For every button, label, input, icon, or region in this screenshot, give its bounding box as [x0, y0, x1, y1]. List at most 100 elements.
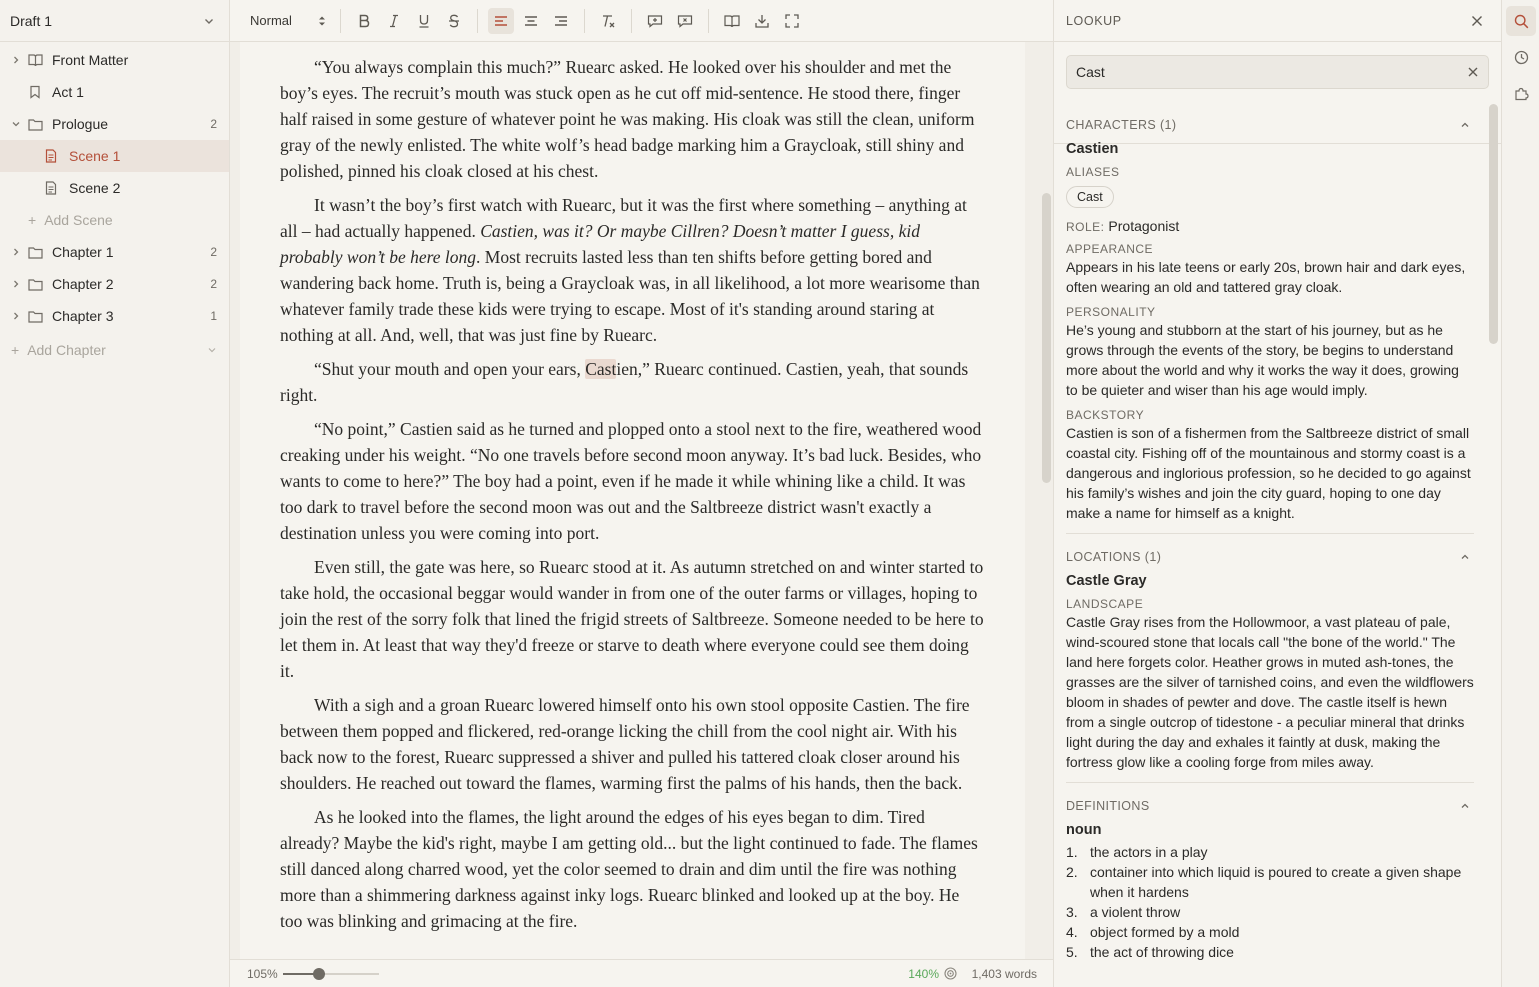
paragraph[interactable]: It wasn’t the boy’s first watch with Rue… [280, 192, 985, 348]
search-icon [1514, 14, 1529, 29]
clear-search-icon[interactable] [1468, 67, 1478, 77]
lookup-search-box[interactable] [1066, 55, 1489, 89]
comment-remove-icon [677, 14, 693, 28]
clear-formatting-icon [601, 14, 616, 28]
add-scene-button[interactable]: + Add Scene [0, 204, 229, 236]
strikethrough-button[interactable] [441, 8, 467, 34]
locations-section-header[interactable]: LOCATIONS (1) [1066, 547, 1474, 567]
landscape-text: Castle Gray rises from the Hollowmoor, a… [1066, 614, 1474, 770]
scene-count: 2 [210, 117, 217, 131]
search-highlight[interactable]: Cast [585, 359, 617, 379]
editor-pane: Normal “You always complain this much?” … [230, 0, 1053, 987]
document-scroll-area[interactable]: “You always complain this much?” Ruearc … [230, 42, 1053, 959]
extensions-tool-button[interactable] [1506, 78, 1536, 108]
reader-view-button[interactable] [719, 8, 745, 34]
tree-item-chapter-2[interactable]: Chapter 2 2 [0, 268, 229, 300]
tree-item-label: Chapter 3 [52, 308, 114, 324]
tree-item-scene-2[interactable]: Scene 2 [0, 172, 229, 204]
definitions-section-header[interactable]: DEFINITIONS [1066, 796, 1474, 816]
folder-icon [28, 310, 44, 323]
scene-count: 2 [210, 277, 217, 291]
bookmark-icon [28, 85, 44, 99]
definition-item: 4. object formed by a mold [1066, 924, 1240, 940]
word-goal-progress[interactable]: 140% [908, 967, 939, 981]
zoom-slider-handle[interactable] [313, 967, 326, 980]
paragraph[interactable]: Even still, the gate was here, so Ruearc… [280, 554, 985, 684]
chevron-right-icon[interactable] [9, 247, 23, 257]
part-of-speech: noun [1066, 822, 1102, 838]
italic-button[interactable] [381, 8, 407, 34]
character-name[interactable]: Castien [1066, 141, 1474, 157]
tree-item-act-1[interactable]: Act 1 [0, 76, 229, 108]
align-left-button[interactable] [488, 7, 514, 34]
align-center-icon [524, 15, 538, 27]
clock-icon [1514, 50, 1529, 65]
export-button[interactable] [749, 8, 775, 34]
paragraph[interactable]: As he looked into the flames, the light … [280, 804, 985, 934]
lookup-panel: LOOKUP CHARACTERS (1) Castien ALIASES Ca… [1053, 0, 1501, 987]
tree-item-prologue[interactable]: Prologue 2 [0, 108, 229, 140]
remove-comment-button[interactable] [672, 8, 698, 34]
paragraph-style-select[interactable]: Normal [240, 8, 332, 34]
characters-section-header[interactable]: CHARACTERS (1) [1066, 115, 1474, 135]
definition-item: 1. the actors in a play [1066, 844, 1208, 860]
zoom-level: 105% [247, 966, 278, 981]
backstory-label: BACKSTORY [1066, 408, 1145, 422]
chevron-up-icon[interactable] [1460, 552, 1470, 562]
alias-chip: Cast [1066, 186, 1114, 208]
scene-count: 2 [210, 245, 217, 259]
add-comment-button[interactable] [642, 8, 668, 34]
plus-icon: + [11, 342, 20, 358]
backstory-text: Castien is son of a fishermen from the S… [1066, 425, 1471, 521]
tree-item-label: Act 1 [52, 84, 84, 100]
paragraph[interactable]: “You always complain this much?” Ruearc … [280, 54, 985, 184]
chevron-right-icon[interactable] [9, 279, 23, 289]
tree-item-chapter-1[interactable]: Chapter 1 2 [0, 236, 229, 268]
tree-item-label: Scene 2 [69, 180, 121, 196]
add-chapter-label: Add Chapter [27, 342, 106, 358]
bold-icon [358, 14, 370, 28]
plus-icon: + [28, 212, 37, 228]
align-right-button[interactable] [548, 8, 574, 34]
draft-selector[interactable]: Draft 1 [0, 0, 229, 42]
underline-button[interactable] [411, 8, 437, 34]
chevron-up-icon[interactable] [1460, 120, 1470, 130]
history-tool-button[interactable] [1506, 42, 1536, 72]
document-icon [45, 149, 61, 163]
clear-formatting-button[interactable] [595, 8, 621, 34]
tree-item-label: Chapter 2 [52, 276, 114, 292]
goal-target-icon[interactable] [944, 967, 957, 980]
lookup-tool-button[interactable] [1506, 6, 1536, 36]
zoom-slider[interactable] [283, 966, 379, 982]
bold-button[interactable] [351, 8, 377, 34]
chevron-right-icon[interactable] [9, 55, 23, 65]
lookup-search-input[interactable] [1076, 64, 1436, 80]
tree-item-scene-1[interactable]: Scene 1 [0, 140, 229, 172]
manuscript-tree: Front Matter Act 1 Prologue 2 Scene 1 Sc… [0, 42, 229, 366]
paragraph-style-value: Normal [250, 13, 292, 28]
tree-item-chapter-3[interactable]: Chapter 3 1 [0, 300, 229, 332]
location-name[interactable]: Castle Gray [1066, 573, 1474, 589]
manuscript-page[interactable]: “You always complain this much?” Ruearc … [240, 42, 1025, 959]
align-center-button[interactable] [518, 8, 544, 34]
paragraph[interactable]: With a sigh and a groan Ruearc lowered h… [280, 692, 985, 796]
chevron-down-icon[interactable] [9, 119, 23, 129]
lookup-results[interactable]: CHARACTERS (1) Castien ALIASES Cast ROLE… [1054, 102, 1502, 987]
fullscreen-button[interactable] [779, 8, 805, 34]
chevron-right-icon[interactable] [9, 311, 23, 321]
editor-scrollbar[interactable] [1042, 193, 1051, 483]
add-chapter-button[interactable]: + Add Chapter [0, 334, 229, 366]
manuscript-sidebar: Draft 1 Front Matter Act 1 Prologue 2 Sc… [0, 0, 230, 987]
comment-add-icon [647, 14, 663, 28]
role-line: ROLE: Protagonist [1066, 218, 1474, 234]
chevron-up-icon[interactable] [1460, 801, 1470, 811]
close-icon[interactable] [1471, 15, 1483, 27]
paragraph[interactable]: “No point,” Castien said as he turned an… [280, 416, 985, 546]
paragraph[interactable]: “Shut your mouth and open your ears, Cas… [280, 356, 985, 408]
formatting-toolbar: Normal [230, 0, 1053, 42]
lookup-scrollbar[interactable] [1489, 104, 1498, 344]
tree-item-front-matter[interactable]: Front Matter [0, 44, 229, 76]
chevron-down-icon[interactable] [207, 345, 217, 355]
landscape-label: LANDSCAPE [1066, 597, 1144, 611]
role-value: Protagonist [1108, 218, 1180, 234]
